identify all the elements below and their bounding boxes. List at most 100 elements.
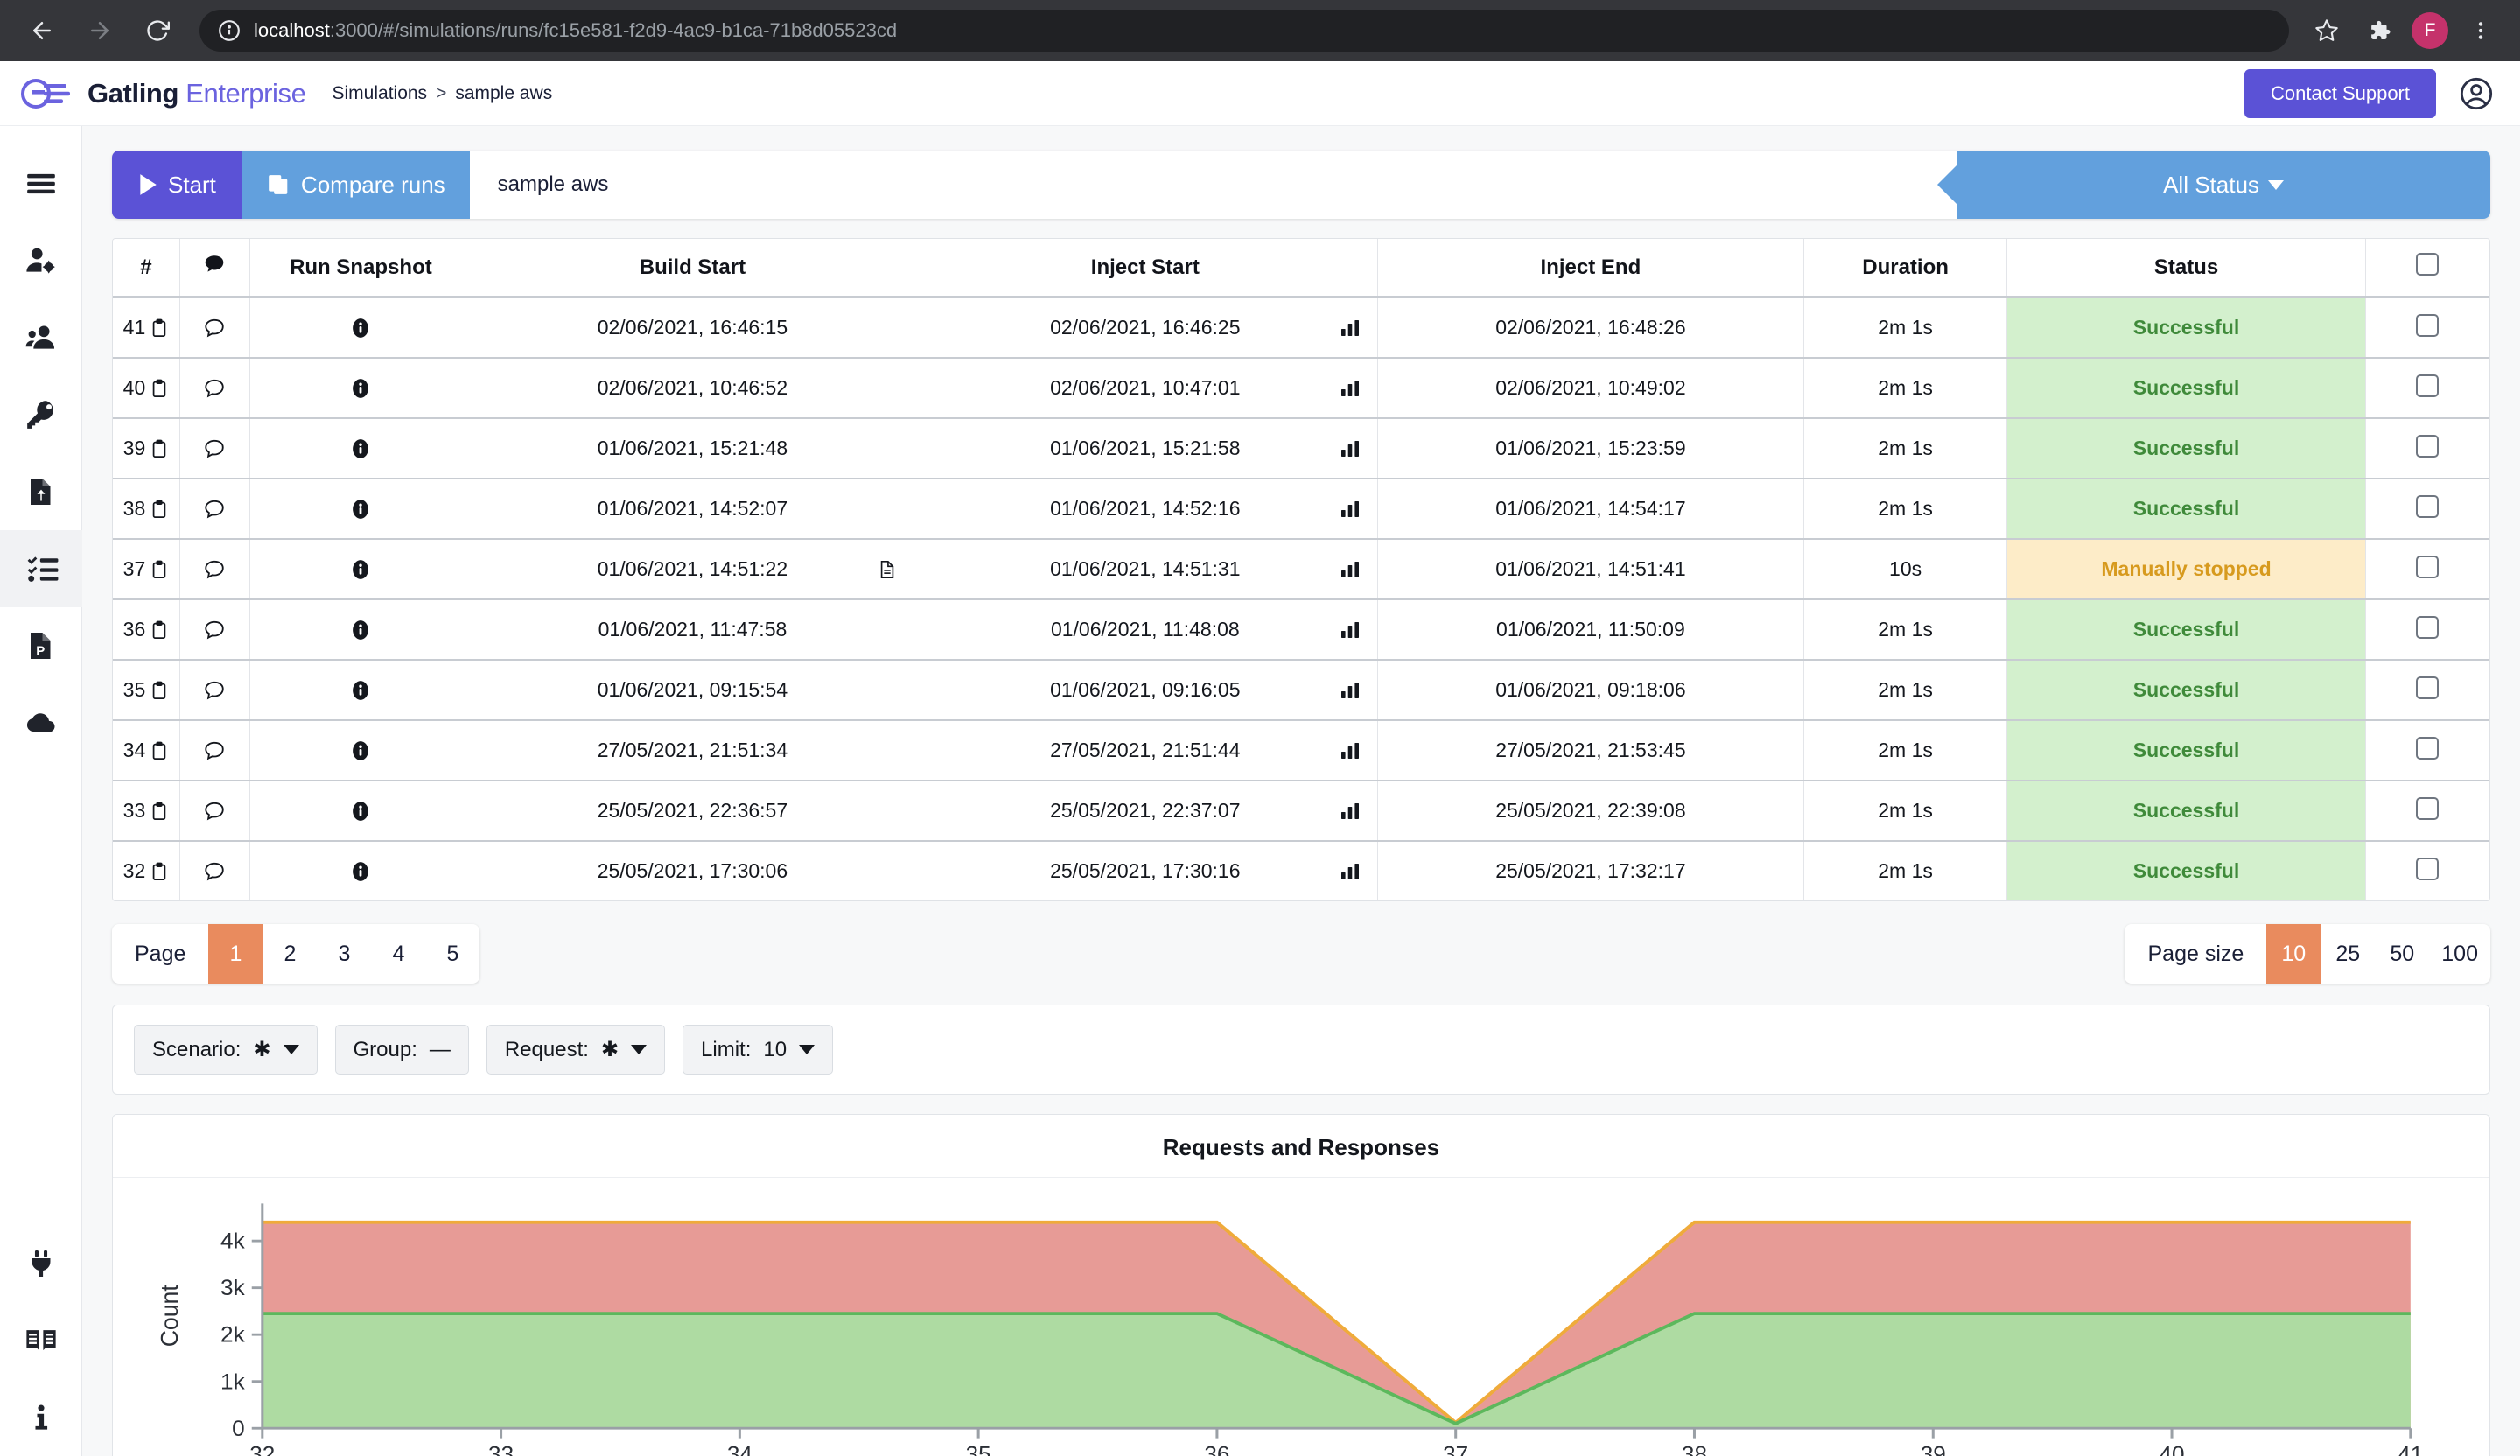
cell-select[interactable]: [2365, 297, 2489, 359]
breadcrumb-simulations[interactable]: Simulations: [332, 83, 428, 104]
column-header-inject-end[interactable]: Inject End: [1377, 239, 1804, 298]
table-row[interactable]: 40 02/06/2021, 10:46:52 02/06/2021, 10:47:…: [113, 358, 2489, 419]
info-circle-icon[interactable]: [349, 377, 372, 400]
address-bar[interactable]: localhost:3000/#/simulations/runs/fc15e5…: [200, 10, 2289, 52]
page-size-25[interactable]: 25: [2320, 924, 2375, 984]
cell-select[interactable]: [2365, 599, 2489, 661]
info-circle-icon[interactable]: [349, 558, 372, 581]
contact-support-button[interactable]: Contact Support: [2244, 68, 2436, 118]
clipboard-icon[interactable]: [150, 378, 169, 399]
cell-run-number[interactable]: 41: [113, 297, 180, 359]
row-checkbox[interactable]: [2416, 434, 2440, 458]
comment-bubble-icon[interactable]: [203, 558, 226, 581]
page-button-2[interactable]: 2: [262, 924, 317, 984]
clipboard-icon[interactable]: [150, 861, 169, 882]
bar-chart-icon[interactable]: [1339, 559, 1362, 580]
cell-comment[interactable]: [179, 418, 250, 480]
cell-run-number[interactable]: 38: [113, 479, 180, 540]
table-row[interactable]: 32 25/05/2021, 17:30:06 25/05/2021, 17:30:…: [113, 841, 2489, 900]
bar-chart-icon[interactable]: [1339, 680, 1362, 701]
sidebar-item-about[interactable]: [0, 1379, 82, 1456]
comment-bubble-icon[interactable]: [203, 438, 226, 460]
cell-run-snapshot[interactable]: [249, 418, 473, 480]
page-size-50[interactable]: 50: [2375, 924, 2429, 984]
row-checkbox[interactable]: [2416, 857, 2440, 880]
sidebar-item-simulations[interactable]: [0, 530, 82, 607]
cell-select[interactable]: [2365, 479, 2489, 540]
cell-comment[interactable]: [179, 358, 250, 419]
filter-request[interactable]: Request: ✱: [486, 1025, 666, 1074]
site-info-icon[interactable]: [217, 18, 242, 43]
bar-chart-icon[interactable]: [1339, 861, 1362, 882]
bar-chart-icon[interactable]: [1339, 801, 1362, 822]
info-circle-icon[interactable]: [349, 498, 372, 521]
sidebar-item-plugins[interactable]: [0, 1225, 82, 1302]
cell-run-number[interactable]: 37: [113, 539, 180, 600]
column-header-build-start[interactable]: Build Start: [472, 239, 914, 298]
row-checkbox[interactable]: [2416, 615, 2440, 639]
sidebar-item-packages[interactable]: P: [0, 607, 82, 684]
cell-run-number[interactable]: 33: [113, 780, 180, 842]
cell-select[interactable]: [2365, 780, 2489, 842]
cell-comment[interactable]: [179, 539, 250, 600]
forward-arrow-icon[interactable]: [77, 8, 122, 53]
bar-chart-icon[interactable]: [1339, 438, 1362, 459]
info-circle-icon[interactable]: [349, 619, 372, 641]
cell-run-snapshot[interactable]: [249, 599, 473, 661]
row-checkbox[interactable]: [2416, 374, 2440, 397]
row-checkbox[interactable]: [2416, 676, 2440, 699]
cell-comment[interactable]: [179, 780, 250, 842]
sidebar-item-user-admin[interactable]: [0, 222, 82, 299]
clipboard-icon[interactable]: [150, 680, 169, 701]
sidebar-item-documentation[interactable]: [0, 1302, 82, 1379]
column-header-duration[interactable]: Duration: [1803, 239, 2008, 298]
comment-bubble-icon[interactable]: [203, 498, 226, 521]
user-account-icon[interactable]: [2459, 76, 2494, 111]
row-checkbox[interactable]: [2416, 736, 2440, 760]
filter-scenario[interactable]: Scenario: ✱: [134, 1025, 318, 1074]
cell-run-number[interactable]: 36: [113, 599, 180, 661]
page-size-10[interactable]: 10: [2266, 924, 2321, 984]
clipboard-icon[interactable]: [150, 801, 169, 822]
sidebar-item-menu[interactable]: [0, 145, 82, 222]
cell-run-snapshot[interactable]: [249, 358, 473, 419]
clipboard-icon[interactable]: [150, 438, 169, 459]
cell-run-number[interactable]: 40: [113, 358, 180, 419]
select-all-checkbox[interactable]: [2416, 253, 2440, 276]
bar-chart-icon[interactable]: [1339, 499, 1362, 520]
info-circle-icon[interactable]: [349, 317, 372, 340]
chart-plot-area[interactable]: 0 1k 2k 3k 4k 32 33 34 35 36 37 38 39 40 41 Count: [113, 1178, 2489, 1456]
info-circle-icon[interactable]: [349, 438, 372, 460]
cell-run-snapshot[interactable]: [249, 479, 473, 540]
cell-run-snapshot[interactable]: [249, 539, 473, 600]
column-header-number[interactable]: #: [113, 239, 180, 298]
log-file-icon[interactable]: [878, 558, 897, 581]
filter-limit[interactable]: Limit: 10: [682, 1025, 834, 1074]
table-row[interactable]: 41 02/06/2021, 16:46:15 02/06/2021, 16:46:…: [113, 297, 2489, 359]
table-row[interactable]: 34 27/05/2021, 21:51:34 27/05/2021, 21:51:…: [113, 720, 2489, 781]
page-button-1[interactable]: 1: [208, 924, 263, 984]
cell-run-number[interactable]: 34: [113, 720, 180, 781]
cell-comment[interactable]: [179, 599, 250, 661]
brand-logo[interactable]: Gatling Enterprise: [21, 78, 306, 109]
page-button-5[interactable]: 5: [425, 924, 480, 984]
comment-bubble-icon[interactable]: [203, 377, 226, 400]
column-header-run-snapshot[interactable]: Run Snapshot: [249, 239, 473, 298]
cell-run-number[interactable]: 35: [113, 660, 180, 721]
filter-group[interactable]: Group: —: [334, 1025, 469, 1074]
browser-profile-avatar[interactable]: F: [2412, 12, 2448, 49]
info-circle-icon[interactable]: [349, 860, 372, 883]
clipboard-icon[interactable]: [150, 559, 169, 580]
comment-bubble-icon[interactable]: [203, 739, 226, 762]
cell-run-snapshot[interactable]: [249, 720, 473, 781]
cell-comment[interactable]: [179, 297, 250, 359]
comment-bubble-icon[interactable]: [203, 679, 226, 702]
comment-bubble-icon[interactable]: [203, 619, 226, 641]
column-header-status[interactable]: Status: [2006, 239, 2366, 298]
page-button-3[interactable]: 3: [317, 924, 371, 984]
bar-chart-icon[interactable]: [1339, 620, 1362, 640]
browser-menu-icon[interactable]: [2460, 10, 2501, 51]
table-row[interactable]: 37 01/06/2021, 14:51:22 01/06/2021, 14:51:…: [113, 539, 2489, 600]
cell-select[interactable]: [2365, 358, 2489, 419]
clipboard-icon[interactable]: [150, 318, 169, 339]
